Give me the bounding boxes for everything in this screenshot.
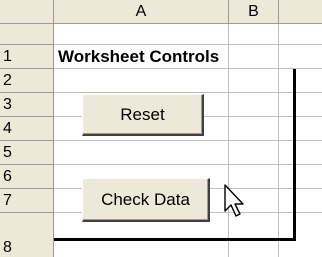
column-header-b[interactable]: B [229, 0, 279, 24]
check-data-button[interactable]: Check Data [82, 178, 210, 222]
select-all-corner[interactable] [0, 0, 54, 24]
row-header-5[interactable]: 5 [0, 141, 54, 165]
row-header-8[interactable]: 8 [0, 213, 54, 257]
row-header-7[interactable]: 7 [0, 189, 54, 213]
row-header-4[interactable]: 4 [0, 117, 54, 141]
column-header-a[interactable]: A [54, 0, 229, 24]
spreadsheet-grid: A B 1 2 3 4 5 6 7 8 Worksheet Controls R… [0, 0, 322, 257]
row-header-3[interactable]: 3 [0, 93, 54, 117]
mouse-pointer-icon [224, 184, 244, 217]
cell-a1-title[interactable]: Worksheet Controls [58, 45, 219, 68]
column-header-c[interactable] [279, 0, 322, 24]
row-header-6[interactable]: 6 [0, 165, 54, 189]
row-header-1[interactable]: 1 [0, 45, 54, 69]
row-header-2[interactable]: 2 [0, 69, 54, 93]
header-band [0, 24, 54, 45]
reset-button[interactable]: Reset [82, 94, 204, 136]
